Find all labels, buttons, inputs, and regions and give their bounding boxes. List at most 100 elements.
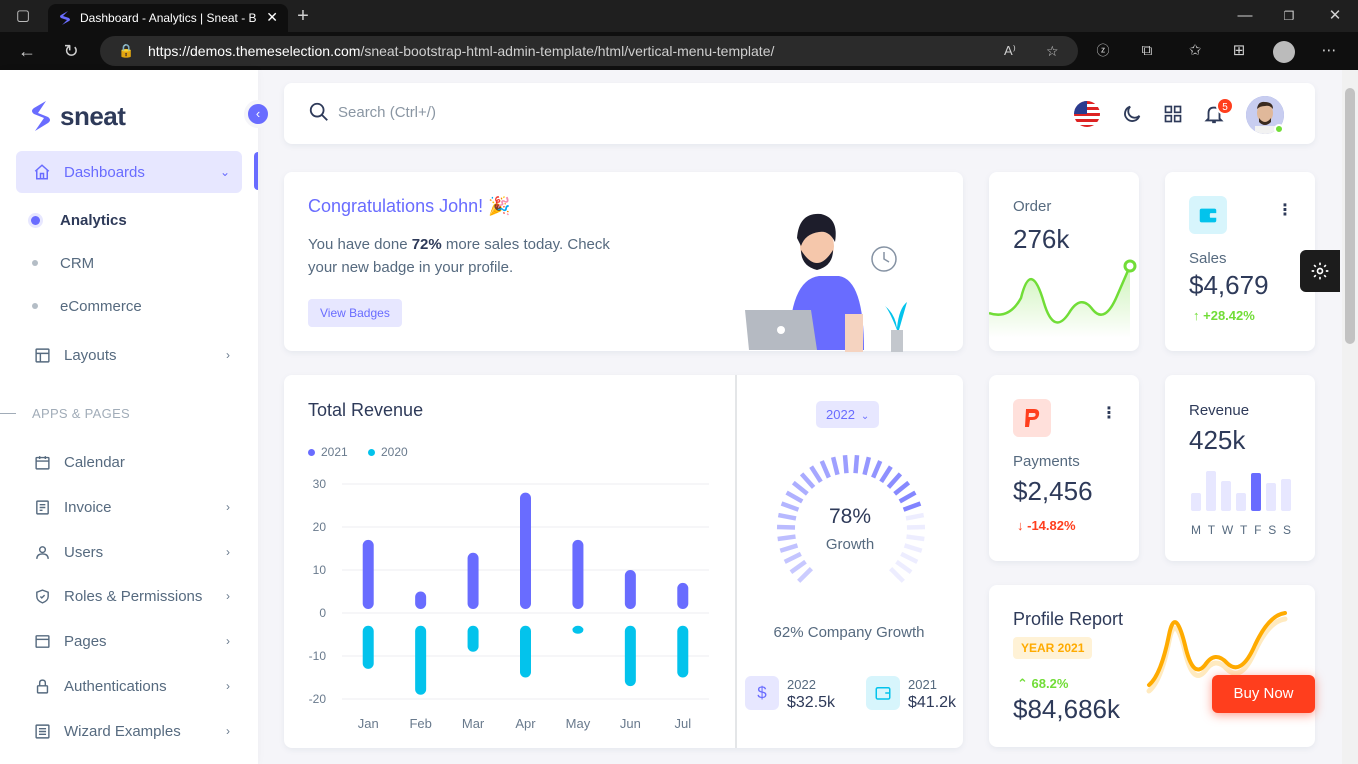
chevron-right-icon: › [226, 348, 230, 362]
gauge-segment [785, 490, 804, 504]
profile-value: $84,686k [1013, 694, 1120, 724]
bar-2020 [520, 625, 531, 678]
invoice-icon [32, 497, 52, 517]
gauge-segment [903, 543, 923, 553]
favorites-icon[interactable]: ✩ [1182, 38, 1208, 64]
sidebar-item-pages[interactable]: Pages › [16, 620, 242, 662]
welcome-title: Congratulations John! 🎉 [308, 196, 511, 216]
legend-2021: 2021 [308, 445, 348, 459]
bar-2020 [572, 625, 584, 634]
extension-z-icon[interactable]: ⓩ [1090, 38, 1116, 64]
welcome-text: You have done 72% more sales today. Chec… [308, 233, 610, 279]
legend-label: 2021 [321, 445, 348, 459]
bullet-icon [32, 260, 38, 266]
url-field[interactable]: 🔒 https://demos.themeselection.com/sneat… [100, 36, 1078, 66]
profile-icon[interactable] [1273, 41, 1295, 63]
lock-icon: 🔒 [118, 43, 135, 58]
sales-change-text: +28.42% [1203, 308, 1255, 323]
list-icon [32, 721, 52, 741]
sidebar-item-roles[interactable]: Roles & Permissions › [16, 575, 242, 617]
refresh-icon[interactable]: ↻ [58, 38, 84, 64]
payments-menu-icon[interactable]: ⋮ [1101, 403, 1117, 423]
brand-logo[interactable]: sneat [30, 100, 126, 132]
theme-settings-button[interactable] [1300, 250, 1340, 292]
welcome-text-line2: your new badge in your profile. [308, 259, 514, 276]
sidebar-item-authentications[interactable]: Authentications › [16, 665, 242, 707]
extensions-icon[interactable]: ⧉ [1134, 38, 1160, 64]
read-aloud-icon[interactable]: A⁾ [1004, 36, 1016, 66]
sidebar-item-users[interactable]: Users › [16, 531, 242, 573]
sidebar-toggle-icon[interactable]: ▢ [10, 3, 36, 29]
gauge-segment [799, 472, 816, 489]
moon-icon[interactable] [1119, 101, 1145, 127]
y-tick-label: -20 [309, 692, 327, 706]
total-revenue-title: Total Revenue [308, 400, 424, 420]
sidebar-item-label: Calendar [64, 453, 125, 471]
welcome-percent: 72% [411, 236, 442, 253]
lock-icon [32, 676, 52, 696]
sidebar-sub-crm[interactable]: CRM [32, 247, 94, 279]
sidebar-item-wizard[interactable]: Wizard Examples › [16, 710, 242, 752]
more-icon[interactable]: ⋯ [1316, 38, 1342, 64]
online-status-dot [1274, 124, 1284, 134]
collections-icon[interactable]: ⊞ [1226, 38, 1252, 64]
scrollbar-thumb[interactable] [1345, 88, 1355, 344]
favorite-add-icon[interactable]: ☆ [1046, 36, 1059, 66]
profile-report-title: Profile Report [1013, 609, 1124, 629]
back-icon[interactable]: ← [14, 38, 40, 64]
wallet-icon [1189, 196, 1227, 234]
sidebar-item-dashboards[interactable]: Dashboards ⌄ [16, 151, 242, 193]
legend-swatch [308, 448, 315, 456]
sidebar-sub-analytics[interactable]: Analytics [31, 204, 127, 236]
close-window-icon[interactable]: ✕ [1322, 3, 1348, 29]
gauge-segment [886, 472, 903, 489]
grid-icon[interactable] [1160, 101, 1186, 127]
close-tab-icon[interactable]: ✕ [266, 9, 278, 26]
arrow-up-icon: ↑ [1193, 308, 1204, 323]
sidebar-item-label: Roles & Permissions [64, 587, 203, 605]
sidebar-sub-ecommerce[interactable]: eCommerce [32, 290, 142, 322]
buy-now-button[interactable]: Buy Now [1212, 675, 1315, 713]
chevron-down-icon: ⌄ [219, 165, 230, 179]
sales-change: ↑ +28.42% [1193, 308, 1255, 323]
user-icon [32, 542, 52, 562]
sidebar-sub-label: Analytics [60, 211, 127, 229]
profile-report-card: Profile Report YEAR 2021 ⌃ 68.2% $84,686… [989, 585, 1315, 747]
browser-tab-bar: ▢ Dashboard - Analytics | Sneat - B ✕ + … [0, 0, 1358, 32]
bar-2020 [467, 625, 479, 652]
payments-change-text: -14.82% [1027, 518, 1076, 533]
y-tick-label: 10 [313, 563, 327, 577]
legend-2020: 2020 [368, 445, 408, 459]
year-dropdown[interactable]: 2022 ⌄ [816, 401, 880, 428]
weekday-label: S [1282, 523, 1291, 537]
calendar-icon [32, 452, 52, 472]
gauge-segment [830, 456, 840, 476]
mini-bar [1206, 471, 1216, 511]
view-badges-button[interactable]: View Badges [308, 299, 402, 327]
minimize-icon[interactable]: — [1232, 3, 1258, 29]
new-tab-icon[interactable]: + [290, 3, 316, 29]
sidebar-item-label: Users [64, 543, 104, 561]
sales-menu-icon[interactable]: ⋮ [1277, 200, 1293, 220]
bar-2021 [467, 552, 479, 609]
x-tick-label: Mar [462, 716, 485, 731]
x-tick-label: Apr [515, 716, 536, 731]
restore-icon[interactable]: ❐ [1276, 3, 1302, 29]
sidebar-item-label: Wizard Examples [64, 722, 181, 740]
mini-bar [1191, 493, 1201, 511]
sidebar-item-layouts[interactable]: Layouts › [16, 334, 242, 376]
sidebar-item-calendar[interactable]: Calendar [16, 441, 242, 483]
sneat-logo-icon [32, 101, 50, 131]
address-bar: ← ↻ 🔒 https://demos.themeselection.com/s… [0, 32, 1358, 70]
us-flag-icon[interactable] [1074, 101, 1100, 127]
collapse-sidebar-button[interactable]: ‹ [244, 100, 272, 128]
gauge-segment [902, 501, 922, 512]
sidebar-item-invoice[interactable]: Invoice › [16, 486, 242, 528]
chevron-right-icon: › [226, 500, 230, 514]
search-input[interactable]: Search (Ctrl+/) [308, 101, 436, 123]
legend-label: 2020 [381, 445, 408, 459]
year-2022-value: $32.5k [787, 694, 836, 711]
weekday-label: S [1268, 523, 1277, 537]
browser-tab[interactable]: Dashboard - Analytics | Sneat - B ✕ [48, 4, 288, 32]
weekday-label: T [1207, 523, 1216, 537]
